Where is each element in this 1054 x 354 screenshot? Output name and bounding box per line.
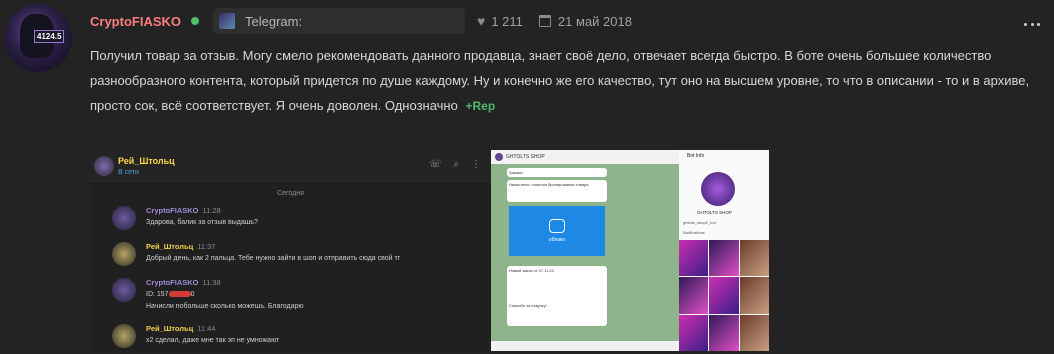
- message-text: Здарова, балик за отзыв выдашь?: [146, 219, 258, 226]
- message-input-bar: [491, 341, 679, 351]
- bot-title: GHTOLTS SHOP: [506, 154, 545, 160]
- cloud-label: облако: [548, 237, 566, 243]
- phone-icon: ☏: [428, 159, 442, 170]
- likes-counter[interactable]: ♥ 1 211: [477, 13, 523, 29]
- day-divider: Сегодня: [277, 190, 304, 197]
- chat-header: Рей_Штольц В сети ☏ ⌕ ⋮: [90, 150, 491, 184]
- message-author: CryptoFIASKO 11:28: [146, 206, 221, 215]
- cloud-icon: [549, 219, 565, 233]
- message-text: Добрый день, как 2 пальца. Тебе нужно за…: [146, 255, 401, 262]
- message-avatar: [112, 206, 136, 230]
- online-status-dot: [191, 17, 199, 25]
- bot-info-name: GHTOLTS SHOP: [697, 210, 732, 215]
- bot-info-username: ghtolts_shop2_bot: [683, 220, 716, 225]
- message-avatar: [112, 242, 136, 266]
- message-text: х2 сделал, даже мне так эп не умножают: [146, 337, 280, 344]
- message-author: Рей_Штольц 11:37: [146, 242, 216, 251]
- bot-message: Заказы:: [507, 168, 607, 177]
- avatar-badge: 4124.5: [34, 30, 65, 43]
- redacted-mark: [168, 291, 191, 298]
- vertical-dots-icon: [1024, 23, 1027, 26]
- post-date: 21 май 2018: [538, 13, 632, 29]
- post-date-text: 21 май 2018: [557, 13, 632, 29]
- heart-icon: ♥: [477, 13, 486, 29]
- cloud-link-card: облако: [509, 206, 605, 256]
- rep-label: +Rep: [465, 99, 496, 113]
- bot-chat-panel: GHTOLTS SHOP Заказы: Начислено: попытка …: [491, 150, 679, 351]
- message-text: ID: 157 0: [146, 291, 195, 298]
- chat-header-icons: ☏ ⌕ ⋮: [429, 159, 481, 170]
- bot-chat-header: GHTOLTS SHOP: [491, 150, 679, 164]
- chat-name: Рей_Штольц: [118, 156, 175, 166]
- source-thumbnail: [219, 13, 235, 29]
- post-header: CryptoFIASKO Telegram: ♥ 1 211 21 май 20…: [90, 8, 632, 34]
- bot-message: Начислено: попытка бронирования товара: [507, 180, 607, 202]
- bot-avatar: [495, 153, 503, 161]
- media-grid: [679, 240, 769, 351]
- post-text: Получил товар за отзыв. Могу смело реком…: [90, 48, 1030, 113]
- message-author: CryptoFIASKO 11:38: [146, 278, 221, 287]
- attached-screenshot-desktop-chat[interactable]: Рей_Штольц В сети ☏ ⌕ ⋮ Сегодня CryptoFI…: [90, 150, 491, 351]
- likes-count: 1 211: [491, 13, 523, 29]
- chat-status: В сети: [118, 169, 139, 176]
- calendar-icon: [538, 15, 551, 27]
- message-avatar: [112, 324, 136, 348]
- username-link[interactable]: CryptoFIASKO: [90, 14, 181, 29]
- message-avatar: [112, 278, 136, 302]
- attached-screenshot-mobile-bot[interactable]: GHTOLTS SHOP Заказы: Начислено: попытка …: [491, 150, 769, 351]
- search-icon: ⌕: [453, 159, 459, 170]
- bot-message: Новый заказ от 07.11.23 Спасибо за покупк…: [507, 266, 607, 326]
- post-body: Получил товар за отзыв. Могу смело реком…: [90, 43, 1040, 119]
- bot-info-header: Bot Info: [687, 153, 705, 159]
- chat-avatar: [94, 156, 114, 176]
- message-author: Рей_Штольц 11:44: [146, 324, 216, 333]
- bot-info-notifications: Notifications: [683, 230, 705, 235]
- source-pill[interactable]: Telegram:: [213, 8, 465, 34]
- source-label: Telegram:: [245, 13, 303, 29]
- message-text: Начисли побольше сколько можешь. Благода…: [146, 303, 304, 310]
- more-icon: ⋮: [471, 159, 481, 170]
- user-avatar[interactable]: 4124.5: [4, 4, 72, 72]
- bot-info-avatar: [701, 172, 735, 206]
- post-menu-button[interactable]: [1024, 8, 1040, 26]
